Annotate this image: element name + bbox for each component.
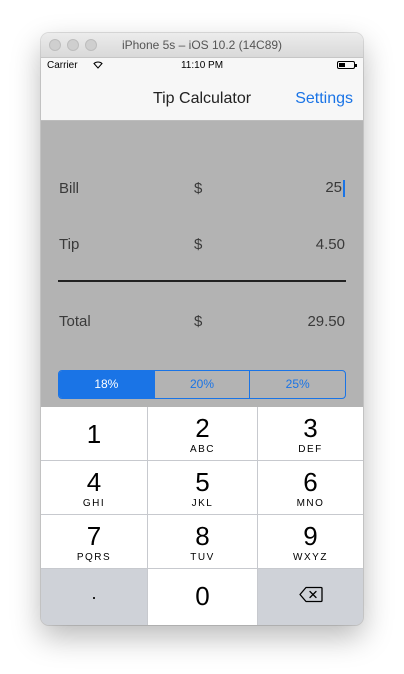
key-5[interactable]: 5 JKL: [148, 461, 257, 514]
key-3-digit: 3: [303, 413, 318, 443]
status-time: 11:10 PM: [180, 60, 224, 71]
backspace-key[interactable]: [258, 569, 363, 625]
key-9-letters: WXYZ: [293, 552, 328, 563]
key-6-digit: 6: [303, 467, 318, 497]
key-2[interactable]: 2 ABC: [148, 407, 257, 460]
key-9-digit: 9: [303, 521, 318, 551]
key-4[interactable]: 4 GHI: [41, 461, 147, 514]
key-2-digit: 2: [195, 413, 210, 443]
tip-option-18[interactable]: 18%: [59, 371, 154, 398]
bill-label: Bill: [59, 180, 80, 197]
decimal-key[interactable]: .: [41, 569, 147, 625]
key-5-letters: JKL: [191, 498, 214, 509]
tip-currency: $: [194, 236, 203, 253]
key-8-digit: 8: [195, 521, 210, 551]
key-2-letters: ABC: [189, 444, 216, 455]
backspace-icon: [298, 586, 323, 608]
key-3[interactable]: 3 DEF: [258, 407, 363, 460]
tip-label: Tip: [59, 236, 80, 253]
key-0-digit: 0: [195, 581, 210, 611]
bill-value: 25: [325, 179, 342, 196]
tip-value: 4.50: [315, 236, 345, 253]
key-4-digit: 4: [86, 467, 102, 497]
key-8[interactable]: 8 TUV: [148, 515, 257, 568]
number-keypad: 1 2 ABC 3 DEF 4 GHI 5 JKL 6 MNO 7 PQRS 8: [41, 407, 363, 625]
key-4-letters: GHI: [82, 498, 106, 509]
navigation-bar: Tip Calculator Settings: [41, 74, 363, 121]
key-6[interactable]: 6 MNO: [258, 461, 363, 514]
key-1-digit: 1: [86, 419, 102, 449]
settings-button[interactable]: Settings: [295, 90, 353, 108]
total-currency: $: [194, 313, 203, 330]
tip-option-20[interactable]: 20%: [153, 371, 250, 398]
simulator-titlebar: iPhone 5s – iOS 10.2 (14C89): [41, 33, 363, 58]
total-value: 29.50: [307, 313, 345, 330]
key-3-letters: DEF: [298, 444, 323, 455]
calculator-panel: Bill $ 25 Tip $ 4.50 Total $ 29.50 18% 2…: [41, 121, 363, 407]
key-7-digit: 7: [86, 521, 102, 551]
tip-percentage-control: 18% 20% 25%: [58, 370, 346, 399]
key-5-digit: 5: [195, 467, 210, 497]
key-7-letters: PQRS: [76, 552, 112, 563]
text-cursor: [343, 179, 345, 197]
key-6-letters: MNO: [296, 498, 325, 509]
bill-field[interactable]: 25: [325, 179, 345, 197]
total-label: Total: [59, 313, 91, 330]
tip-option-25[interactable]: 25%: [249, 371, 345, 398]
bill-currency: $: [194, 180, 203, 197]
decimal-key-label: .: [91, 583, 97, 603]
key-0[interactable]: 0: [148, 569, 257, 625]
key-7[interactable]: 7 PQRS: [41, 515, 147, 568]
simulator-window: iPhone 5s – iOS 10.2 (14C89) Carrier 11:…: [41, 33, 363, 625]
key-1[interactable]: 1: [41, 407, 147, 460]
total-divider: [58, 280, 346, 282]
key-9[interactable]: 9 WXYZ: [258, 515, 363, 568]
key-8-letters: TUV: [190, 552, 215, 563]
simulator-title: iPhone 5s – iOS 10.2 (14C89): [121, 38, 283, 52]
battery-icon: [337, 61, 357, 69]
status-bar: Carrier 11:10 PM: [41, 58, 363, 74]
